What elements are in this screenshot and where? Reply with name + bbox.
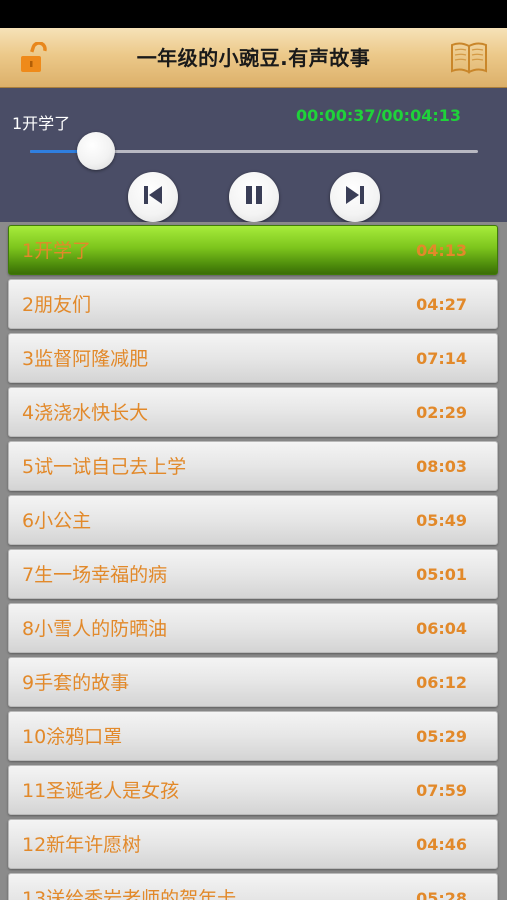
track-title: 13送给秀岩老师的贺年卡 — [22, 888, 237, 900]
playback-time: 00:00:37/00:04:13 — [295, 106, 461, 125]
track-duration: 04:13 — [416, 241, 467, 260]
track-row[interactable]: 10涂鸦口罩 05:29 — [8, 711, 498, 761]
now-playing-title: 1开学了 — [12, 114, 71, 133]
pause-icon — [242, 183, 266, 211]
previous-icon — [141, 183, 165, 211]
track-row[interactable]: 8小雪人的防晒油 06:04 — [8, 603, 498, 653]
next-button[interactable] — [330, 172, 380, 222]
track-duration: 08:03 — [416, 457, 467, 476]
track-duration: 07:14 — [416, 349, 467, 368]
player-panel: 1开学了 00:00:37/00:04:13 — [0, 88, 507, 222]
track-row[interactable]: 13送给秀岩老师的贺年卡 05:28 — [8, 873, 498, 900]
track-duration: 04:46 — [416, 835, 467, 854]
track-row[interactable]: 3监督阿隆减肥 07:14 — [8, 333, 498, 383]
progress-slider-thumb[interactable] — [76, 132, 115, 170]
track-duration: 05:01 — [416, 565, 467, 584]
track-title: 4浇浇水快长大 — [22, 402, 149, 424]
track-duration: 07:59 — [416, 781, 467, 800]
previous-button[interactable] — [128, 172, 178, 222]
track-title: 9手套的故事 — [22, 672, 130, 694]
page-title: 一年级的小豌豆.有声故事 — [136, 46, 371, 70]
track-title: 1开学了 — [22, 240, 92, 262]
track-duration: 06:12 — [416, 673, 467, 692]
track-title: 6小公主 — [22, 510, 92, 532]
track-row[interactable]: 1开学了 04:13 — [8, 225, 498, 275]
track-duration: 05:29 — [416, 727, 467, 746]
pause-button[interactable] — [229, 172, 279, 222]
track-row[interactable]: 9手套的故事 06:12 — [8, 657, 498, 707]
track-row[interactable]: 2朋友们 04:27 — [8, 279, 498, 329]
book-icon[interactable] — [449, 40, 489, 76]
track-title: 8小雪人的防晒油 — [22, 618, 168, 640]
status-bar — [0, 0, 507, 28]
track-row[interactable]: 12新年许愿树 04:46 — [8, 819, 498, 869]
track-title: 10涂鸦口罩 — [22, 726, 123, 748]
track-row[interactable]: 4浇浇水快长大 02:29 — [8, 387, 498, 437]
track-row[interactable]: 7生一场幸福的病 05:01 — [8, 549, 498, 599]
track-title: 11圣诞老人是女孩 — [22, 780, 180, 802]
track-row[interactable]: 11圣诞老人是女孩 07:59 — [8, 765, 498, 815]
track-row[interactable]: 5试一试自己去上学 08:03 — [8, 441, 498, 491]
track-title: 5试一试自己去上学 — [22, 456, 187, 478]
track-duration: 05:28 — [416, 889, 467, 900]
track-title: 12新年许愿树 — [22, 834, 142, 856]
track-title: 7生一场幸福的病 — [22, 564, 168, 586]
track-duration: 05:49 — [416, 511, 467, 530]
navigation-bar: 一年级的小豌豆.有声故事 — [0, 28, 507, 88]
track-duration: 04:27 — [416, 295, 467, 314]
track-title: 3监督阿隆减肥 — [22, 348, 149, 370]
track-title: 2朋友们 — [22, 294, 92, 316]
track-list: 1开学了 04:13 2朋友们 04:27 3监督阿隆减肥 07:14 4浇浇水快长大 02:… — [0, 222, 507, 900]
track-duration: 02:29 — [416, 403, 467, 422]
next-icon — [343, 183, 367, 211]
track-duration: 06:04 — [416, 619, 467, 638]
track-row[interactable]: 6小公主 05:49 — [8, 495, 498, 545]
